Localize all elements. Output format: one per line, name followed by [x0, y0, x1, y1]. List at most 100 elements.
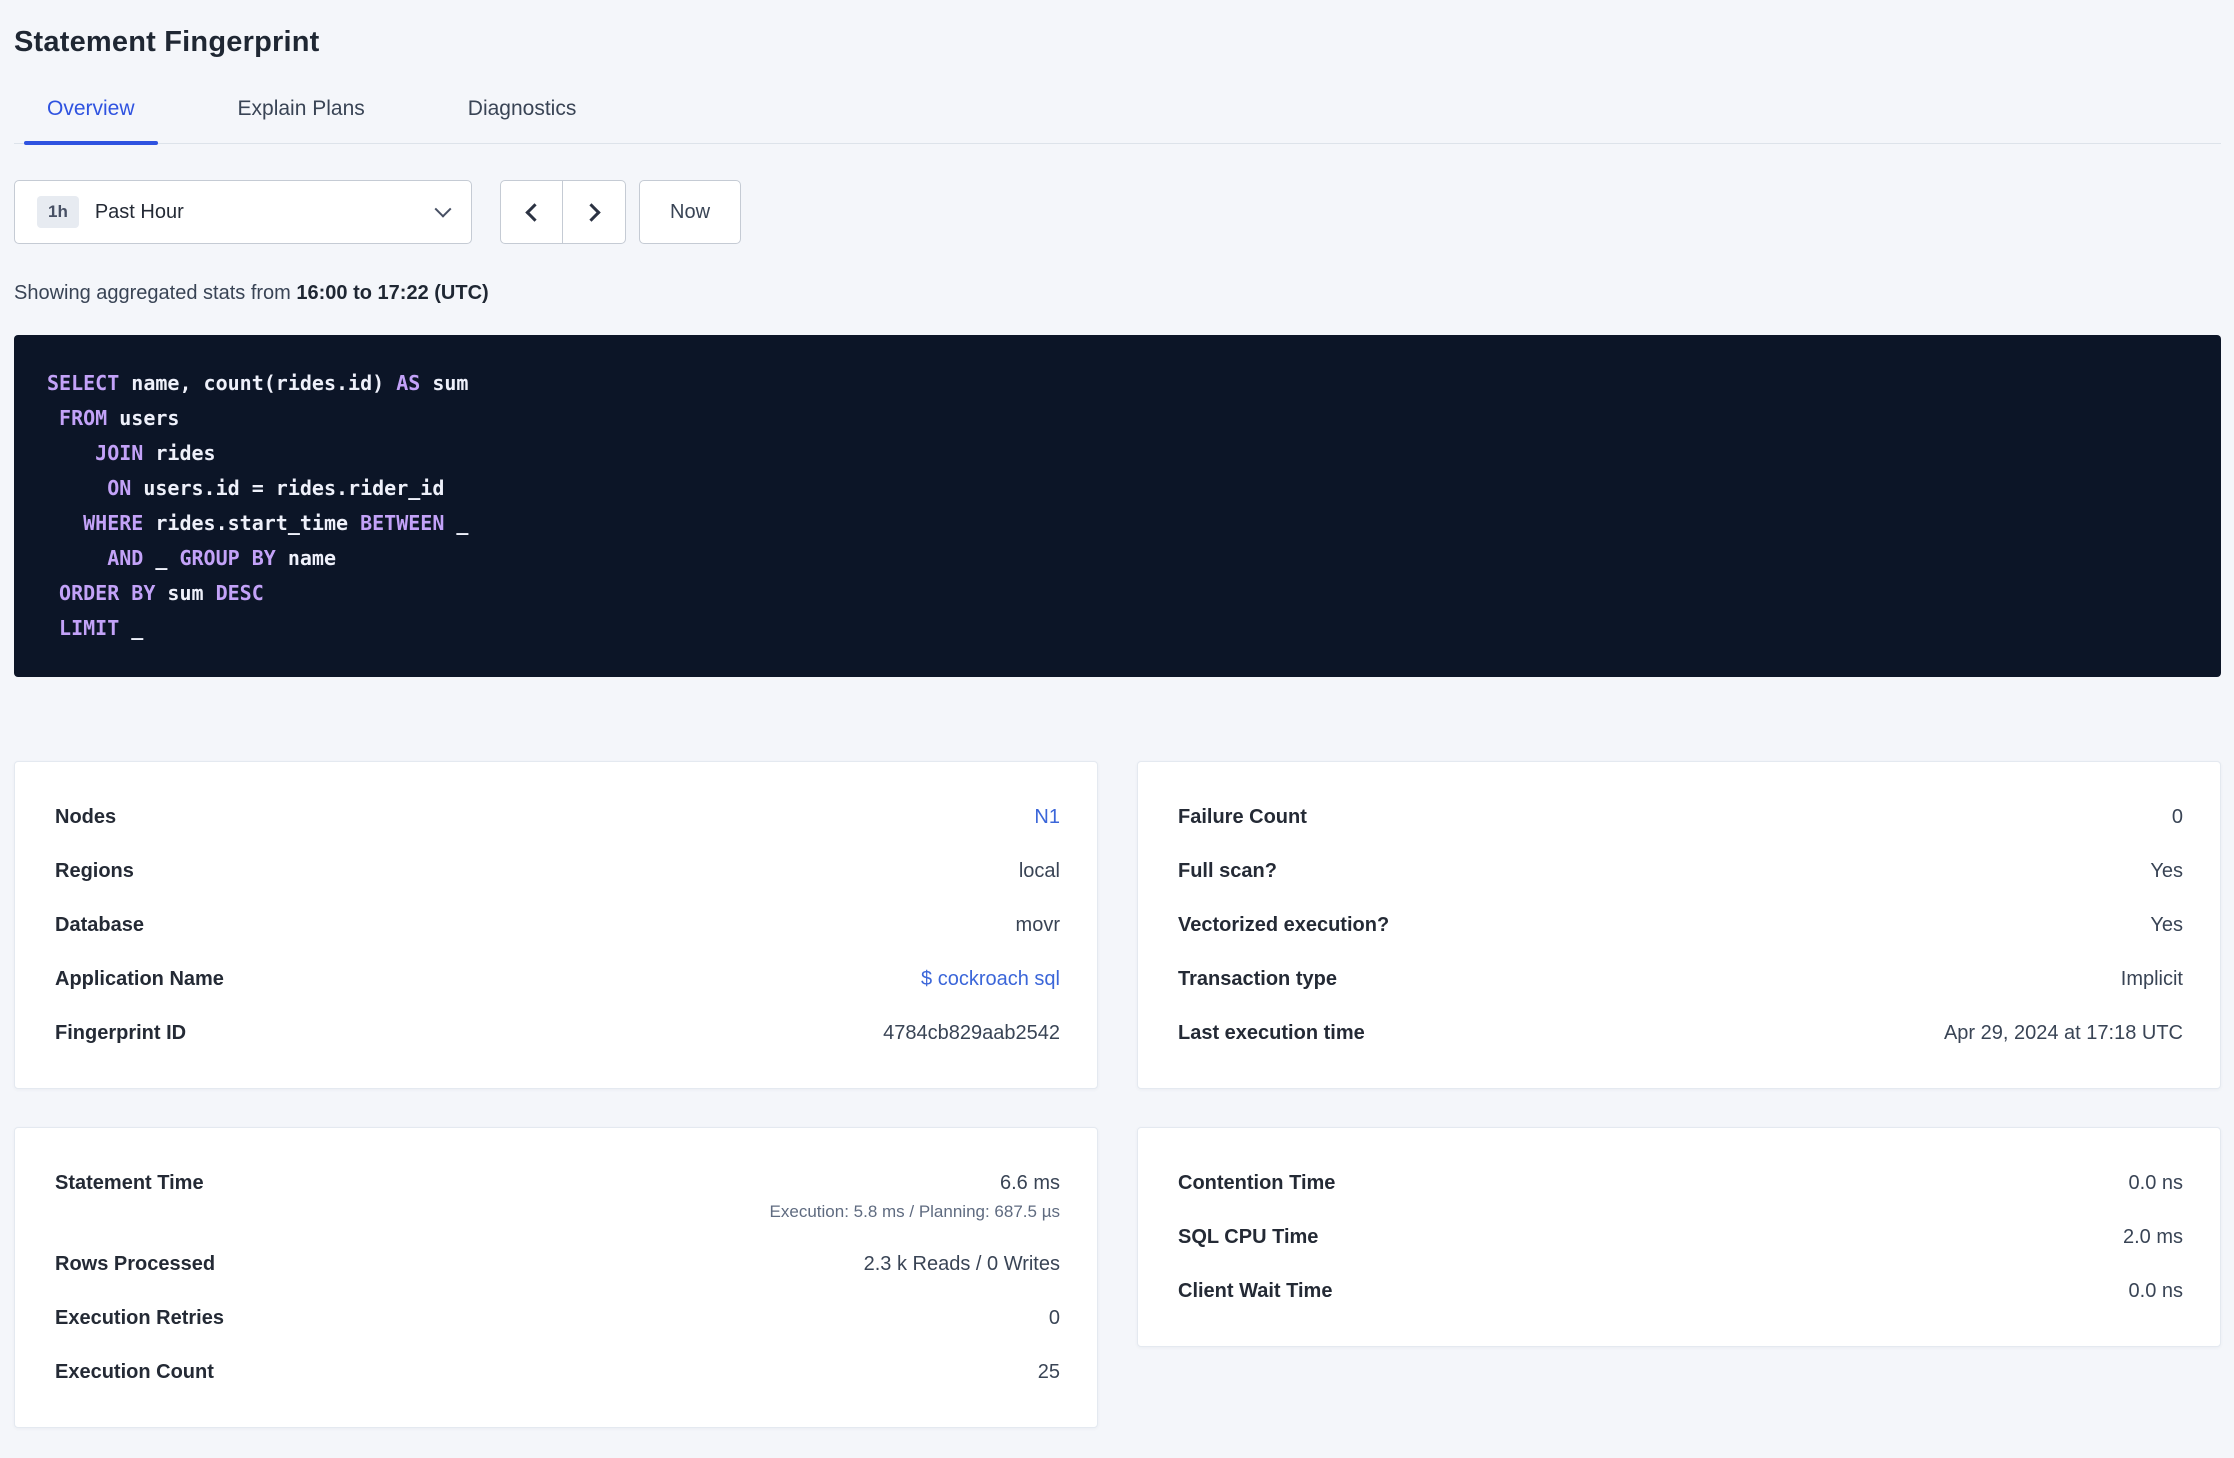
stat-row: Last execution time Apr 29, 2024 at 17:18… — [1178, 1006, 2183, 1060]
stat-row: Execution Count 25 — [55, 1345, 1060, 1399]
stat-row: Full scan? Yes — [1178, 844, 2183, 898]
sql-line: LIMIT _ — [47, 611, 2188, 646]
stat-value: Implicit — [2120, 968, 2183, 990]
interval-label: Past Hour — [94, 200, 184, 223]
stat-value: 25 — [1037, 1361, 1060, 1383]
stat-row: Database movr — [55, 898, 1060, 952]
sql-text: users — [107, 406, 180, 430]
prev-interval-button[interactable] — [500, 180, 563, 244]
interval-badge: 1h — [37, 196, 79, 228]
stats-line-prefix: Showing aggregated stats from — [14, 282, 297, 304]
summary-cards: Nodes N1 Regions local Database movr Applicati… — [14, 761, 2221, 1428]
sql-line: AND _ GROUP BY name — [47, 541, 2188, 576]
stat-value-wrap: 25 — [1038, 1358, 1060, 1386]
sql-text: _ — [119, 616, 144, 640]
sql-line: FROM users — [47, 401, 2188, 436]
stat-value: local — [1018, 860, 1060, 882]
sql-keyword: AND — [107, 546, 144, 570]
time-interval-dropdown[interactable]: 1h Past Hour — [14, 180, 472, 244]
stat-row: Rows Processed 2.3 k Reads / 0 Writes — [55, 1237, 1060, 1291]
stat-row: Application Name $ cockroach sql — [55, 952, 1060, 1006]
stat-value: 4784cb829aab2542 — [883, 1022, 1060, 1044]
stat-label: Database — [55, 914, 144, 936]
now-button[interactable]: Now — [639, 180, 742, 244]
stat-row: Regions local — [55, 844, 1060, 898]
next-interval-button[interactable] — [563, 180, 626, 244]
stat-row: Vectorized execution? Yes — [1178, 898, 2183, 952]
page-title: Statement Fingerprint — [14, 26, 320, 58]
aggregated-stats-line: Showing aggregated stats from 16:00 to 1… — [14, 282, 2221, 305]
stat-value-wrap: N1 — [1034, 803, 1060, 831]
stat-value: 2.3 k Reads / 0 Writes — [863, 1253, 1060, 1275]
sql-text: sum — [420, 371, 469, 395]
sql-text: _ — [444, 511, 469, 535]
stat-label: Last execution time — [1178, 1022, 1365, 1044]
stat-row: Nodes N1 — [55, 790, 1060, 844]
sql-text: users.id = rides.rider_id — [131, 476, 445, 500]
stat-label: Application Name — [55, 968, 224, 990]
stat-value-wrap: movr — [1016, 911, 1060, 939]
stat-row: Contention Time 0.0 ns — [1178, 1156, 2183, 1210]
tab-explain-plans[interactable]: Explain Plans — [215, 97, 388, 143]
interval-arrows — [500, 180, 626, 244]
stat-value: 0.0 ns — [2128, 1280, 2183, 1302]
sql-text: rides.start_time — [143, 511, 361, 535]
stat-row: Transaction type Implicit — [1178, 952, 2183, 1006]
sql-keyword: FROM — [59, 406, 108, 430]
stat-label: Execution Retries — [55, 1307, 224, 1329]
stat-row: Execution Retries 0 — [55, 1291, 1060, 1345]
tab-overview[interactable]: Overview — [24, 97, 158, 145]
stat-value-wrap: local — [1019, 857, 1060, 885]
tab-bar: Overview Explain Plans Diagnostics — [14, 97, 2221, 145]
stat-label: SQL CPU Time — [1178, 1226, 1319, 1248]
statement-fingerprint-page: Statement Fingerprint Overview Explain Pl… — [0, 0, 2234, 1428]
tab-diagnostics[interactable]: Diagnostics — [445, 97, 600, 143]
sql-keyword: JOIN — [95, 441, 144, 465]
stat-label: Statement Time — [55, 1172, 204, 1194]
sql-line: WHERE rides.start_time BETWEEN _ — [47, 506, 2188, 541]
stat-subvalue: Execution: 5.8 ms / Planning: 687.5 µs — [769, 1202, 1060, 1221]
stat-label: Rows Processed — [55, 1253, 216, 1275]
stat-label: Transaction type — [1178, 968, 1337, 990]
stat-row: SQL CPU Time 2.0 ms — [1178, 1210, 2183, 1264]
stat-value-link[interactable]: N1 — [1034, 803, 1060, 831]
stat-value-wrap: 2.0 ms — [2123, 1223, 2183, 1251]
sql-keyword: ORDER BY — [59, 581, 156, 605]
stat-label: Full scan? — [1178, 860, 1277, 882]
stat-label: Contention Time — [1178, 1172, 1336, 1194]
stat-label: Vectorized execution? — [1178, 914, 1390, 936]
execution-attributes-card: Failure Count 0 Full scan? Yes Vectorized ex… — [1137, 761, 2221, 1089]
sql-text: name — [275, 546, 337, 570]
stat-label: Failure Count — [1178, 806, 1307, 828]
wait-timing-card: Contention Time 0.0 ns SQL CPU Time 2.0 ms C… — [1137, 1127, 2221, 1347]
sql-text: _ — [143, 546, 180, 570]
stat-value: 0.0 ns — [2128, 1172, 2183, 1194]
chevron-right-icon — [581, 202, 601, 222]
chevron-left-icon — [525, 202, 544, 222]
stat-value: 0 — [1048, 1307, 1060, 1329]
statement-timing-card: Statement Time 6.6 ms Execution: 5.8 ms / … — [14, 1127, 1098, 1428]
stat-value-link[interactable]: $ cockroach sql — [921, 965, 1060, 993]
sql-keyword: ON — [107, 476, 132, 500]
stat-row: Failure Count 0 — [1178, 790, 2183, 844]
sql-statement-box: SELECT name, count(rides.id) AS sum FROM… — [14, 335, 2221, 677]
sql-line: SELECT name, count(rides.id) AS sum — [47, 366, 2188, 401]
stat-value: 0 — [2171, 806, 2183, 828]
stat-label: Execution Count — [55, 1361, 214, 1383]
stat-value-wrap: Yes — [2150, 857, 2183, 885]
stat-label: Nodes — [55, 806, 117, 828]
sql-keyword: GROUP BY — [179, 546, 276, 570]
sql-keyword: LIMIT — [59, 616, 120, 640]
sql-line: ORDER BY sum DESC — [47, 576, 2188, 611]
stat-value-wrap: 0.0 ns — [2129, 1277, 2183, 1305]
sql-keyword: AS — [396, 371, 421, 395]
stat-value-wrap: 6.6 ms Execution: 5.8 ms / Planning: 687.… — [770, 1169, 1060, 1224]
stat-row: Fingerprint ID 4784cb829aab2542 — [55, 1006, 1060, 1060]
sql-line: JOIN rides — [47, 436, 2188, 471]
